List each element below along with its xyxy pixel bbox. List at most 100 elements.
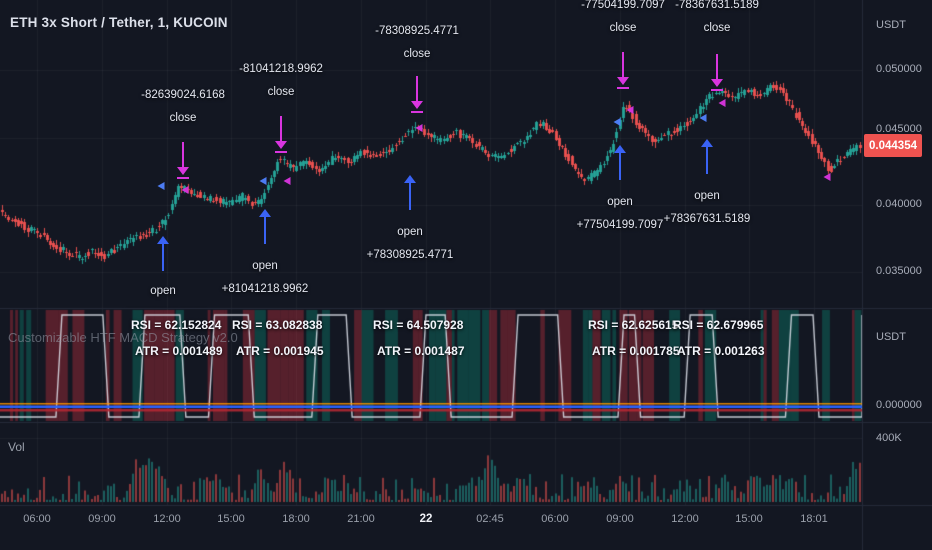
buy-open-arrow-icon[interactable] bbox=[258, 209, 272, 247]
price-tick-label: 0.050000 bbox=[876, 63, 922, 75]
time-tick-label: 18:01 bbox=[800, 513, 828, 525]
open-marker-label[interactable]: open +81041218.9962 bbox=[222, 255, 309, 301]
last-price-badge: 0.044354 bbox=[864, 134, 922, 157]
close-marker-word: close bbox=[609, 22, 637, 34]
buy-shape-icon bbox=[699, 114, 707, 122]
time-tick-label: 06:00 bbox=[541, 513, 569, 525]
close-marker-label[interactable]: -78308925.4771 close bbox=[375, 20, 459, 66]
close-marker-label[interactable]: -82639024.6168 close bbox=[141, 84, 225, 130]
arrow-stem bbox=[409, 182, 411, 210]
rsi-value: RSI = 62.152824 bbox=[131, 318, 222, 332]
rsi-value: RSI = 62.625615 bbox=[588, 318, 679, 332]
open-marker-value: +82639024.6168 bbox=[120, 303, 207, 308]
sell-shape-icon bbox=[415, 124, 423, 132]
time-tick-label: 21:00 bbox=[347, 513, 375, 525]
open-marker-label[interactable]: open +77504199.7097 bbox=[577, 191, 664, 237]
sell-close-arrow-icon[interactable] bbox=[616, 52, 630, 90]
close-marker-value: -81041218.9962 bbox=[239, 63, 323, 75]
sell-close-arrow-icon[interactable] bbox=[410, 76, 424, 114]
price-axis-currency: USDT bbox=[876, 19, 906, 31]
time-axis[interactable]: 06:00 09:00 12:00 15:00 18:00 21:00 22 02:45 06:… bbox=[0, 506, 932, 550]
time-tick-label: 02:45 bbox=[476, 513, 504, 525]
rsi-value: RSI = 63.082838 bbox=[232, 318, 323, 332]
close-marker-word: close bbox=[169, 112, 197, 124]
arrow-stem bbox=[162, 243, 164, 271]
sell-shape-icon bbox=[181, 186, 189, 194]
indicator-readout: RSI = 62.625615 ATR = 0.001785 bbox=[588, 312, 680, 364]
close-marker-value: -82639024.6168 bbox=[141, 89, 225, 101]
close-marker-label[interactable]: -81041218.9962 close bbox=[239, 58, 323, 104]
open-marker-word: open bbox=[252, 260, 278, 272]
time-tick-label: 22 bbox=[419, 513, 433, 525]
atr-value: ATR = 0.001489 bbox=[135, 344, 223, 358]
open-marker-label[interactable]: open +78367631.5189 bbox=[664, 185, 751, 231]
arrow-stem bbox=[264, 216, 266, 244]
open-marker-word: open bbox=[397, 226, 423, 238]
arrow-base-bar bbox=[711, 89, 723, 91]
arrow-stem bbox=[706, 146, 708, 174]
atr-value: ATR = 0.001945 bbox=[236, 344, 324, 358]
indicator-axis-currency: USDT bbox=[876, 331, 906, 343]
atr-value: ATR = 0.001263 bbox=[677, 344, 765, 358]
close-marker-word: close bbox=[403, 48, 431, 60]
open-marker-label[interactable]: open +78308925.4771 bbox=[367, 221, 454, 267]
trading-chart-window: ETH 3x Short / Tether, 1, KUCOIN -826390… bbox=[0, 0, 932, 550]
indicator-readout: RSI = 62.679965 ATR = 0.001263 bbox=[673, 312, 765, 364]
indicator-zero-label: 0.000000 bbox=[876, 399, 922, 411]
buy-open-arrow-icon[interactable] bbox=[403, 175, 417, 213]
atr-value: ATR = 0.001785 bbox=[592, 344, 680, 358]
atr-value: ATR = 0.001487 bbox=[377, 344, 465, 358]
arrow-base-bar bbox=[275, 151, 287, 153]
sell-shape-icon bbox=[823, 173, 831, 181]
arrow-head bbox=[711, 79, 723, 87]
time-tick-label: 18:00 bbox=[282, 513, 310, 525]
volume-pane-label[interactable]: Vol bbox=[8, 440, 25, 454]
time-tick-label: 06:00 bbox=[23, 513, 51, 525]
arrow-head bbox=[275, 141, 287, 149]
arrow-stem bbox=[280, 116, 282, 142]
buy-open-arrow-icon[interactable] bbox=[156, 236, 170, 274]
rsi-value: RSI = 62.679965 bbox=[673, 318, 764, 332]
symbol-title[interactable]: ETH 3x Short / Tether, 1, KUCOIN bbox=[10, 15, 228, 30]
buy-shape-icon bbox=[259, 177, 267, 185]
arrow-head bbox=[411, 101, 423, 109]
arrow-stem bbox=[716, 54, 718, 80]
indicator-readout: RSI = 64.507928 ATR = 0.001487 bbox=[373, 312, 465, 364]
close-marker-value: -78308925.4771 bbox=[375, 25, 459, 37]
buy-open-arrow-icon[interactable] bbox=[700, 139, 714, 177]
open-marker-label[interactable]: open +82639024.6168 bbox=[120, 280, 207, 308]
buy-open-arrow-icon[interactable] bbox=[613, 145, 627, 183]
time-tick-label: 09:00 bbox=[88, 513, 116, 525]
close-marker-word: close bbox=[267, 86, 295, 98]
open-marker-word: open bbox=[150, 285, 176, 297]
sell-shape-icon bbox=[718, 99, 726, 107]
sell-shape-icon bbox=[283, 177, 291, 185]
open-marker-value: +77504199.7097 bbox=[576, 219, 664, 231]
close-marker-value: -78367631.5189 bbox=[675, 0, 759, 11]
volume-axis-tick: 400K bbox=[876, 432, 902, 444]
price-pane-overlay[interactable]: -82639024.6168 close -81041218.9962 close -7… bbox=[0, 0, 862, 308]
open-marker-value: +78308925.4771 bbox=[366, 249, 454, 261]
indicator-readout: RSI = 63.082838 ATR = 0.001945 bbox=[232, 312, 324, 364]
sell-close-arrow-icon[interactable] bbox=[274, 116, 288, 154]
indicator-readout: RSI = 62.152824 ATR = 0.001489 bbox=[131, 312, 223, 364]
open-marker-value: +81041218.9962 bbox=[221, 283, 309, 295]
rsi-value: RSI = 64.507928 bbox=[373, 318, 464, 332]
time-tick-label: 15:00 bbox=[217, 513, 245, 525]
time-tick-label: 09:00 bbox=[606, 513, 634, 525]
close-marker-word: close bbox=[703, 22, 731, 34]
buy-shape-icon bbox=[613, 118, 621, 126]
open-marker-word: open bbox=[694, 190, 720, 202]
sell-close-arrow-icon[interactable] bbox=[710, 54, 724, 92]
price-tick-label: 0.040000 bbox=[876, 198, 922, 210]
arrow-stem bbox=[619, 152, 621, 180]
close-marker-label[interactable]: -77504199.7097 close bbox=[581, 0, 665, 40]
arrow-stem bbox=[182, 142, 184, 168]
close-marker-label[interactable]: -78367631.5189 close bbox=[675, 0, 759, 40]
arrow-stem bbox=[416, 76, 418, 102]
time-tick-label: 15:00 bbox=[735, 513, 763, 525]
open-marker-value: +78367631.5189 bbox=[663, 213, 751, 225]
sell-close-arrow-icon[interactable] bbox=[176, 142, 190, 180]
price-tick-label: 0.035000 bbox=[876, 265, 922, 277]
buy-shape-icon bbox=[157, 182, 165, 190]
